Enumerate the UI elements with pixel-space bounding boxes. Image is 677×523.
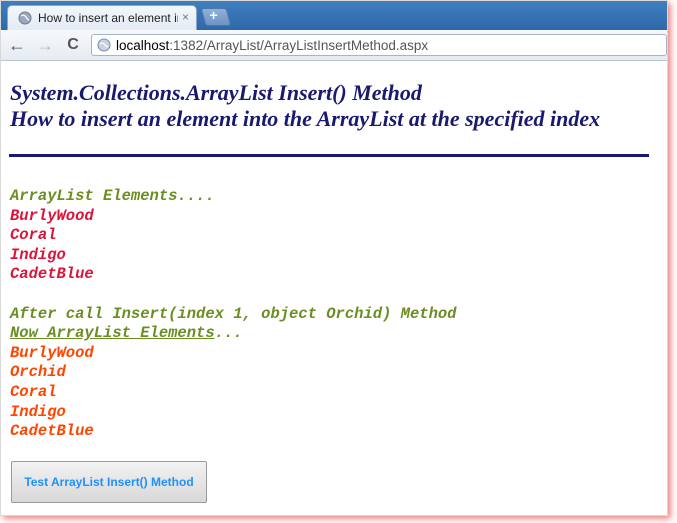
new-tab-button[interactable]: + [200, 7, 232, 26]
initial-item: CadetBlue [10, 265, 94, 284]
final-item: Orchid [10, 363, 66, 382]
heading-line-1: System.Collections.ArrayList Insert() Me… [10, 80, 422, 105]
forward-button[interactable]: → [35, 35, 55, 55]
test-insert-button[interactable]: Test ArrayList Insert() Method [11, 461, 207, 503]
url-text: localhost:1382/ArrayList/ArrayListInsert… [116, 38, 428, 53]
url-host: localhost [116, 38, 170, 53]
initial-item: Coral [10, 226, 57, 245]
final-item: Indigo [10, 402, 66, 421]
address-bar[interactable]: localhost:1382/ArrayList/ArrayListInsert… [91, 34, 667, 56]
page-content: System.Collections.ArrayList Insert() Me… [1, 61, 667, 515]
final-item: Coral [10, 383, 57, 401]
initial-item: Indigo [10, 245, 66, 264]
horizontal-rule [9, 154, 649, 157]
browser-window: How to insert an element in × + ← → C lo… [0, 0, 668, 516]
page-heading: System.Collections.ArrayList Insert() Me… [10, 80, 600, 132]
browser-toolbar: ← → C localhost:1382/ArrayList/ArrayList… [1, 30, 667, 61]
now-elements-underlined: Now ArrayList Elements [10, 324, 215, 343]
url-path: :1382/ArrayList/ArrayListInsertMethod.as… [169, 38, 429, 53]
initial-item: BurlyWood [10, 206, 94, 225]
back-button[interactable]: ← [7, 35, 27, 55]
tab-close-icon[interactable]: × [182, 10, 189, 24]
globe-icon [18, 11, 32, 25]
now-elements-label: Now ArrayList Elements... [10, 324, 243, 344]
tab-active[interactable]: How to insert an element in × [7, 5, 197, 30]
final-item: BurlyWood [10, 343, 94, 362]
plus-icon: + [209, 7, 218, 23]
now-elements-suffix: ... [214, 324, 243, 343]
reload-button[interactable]: C [63, 35, 83, 55]
after-insert-label: After call Insert(index 1, object Orchid… [10, 304, 457, 323]
heading-line-2: How to insert an element into the ArrayL… [10, 106, 601, 131]
final-item: CadetBlue [10, 422, 94, 441]
tab-strip: How to insert an element in × + [1, 1, 667, 30]
page-info-icon[interactable] [97, 38, 111, 52]
initial-label: ArrayList Elements.... [10, 187, 215, 205]
tab-title: How to insert an element in [38, 11, 178, 25]
